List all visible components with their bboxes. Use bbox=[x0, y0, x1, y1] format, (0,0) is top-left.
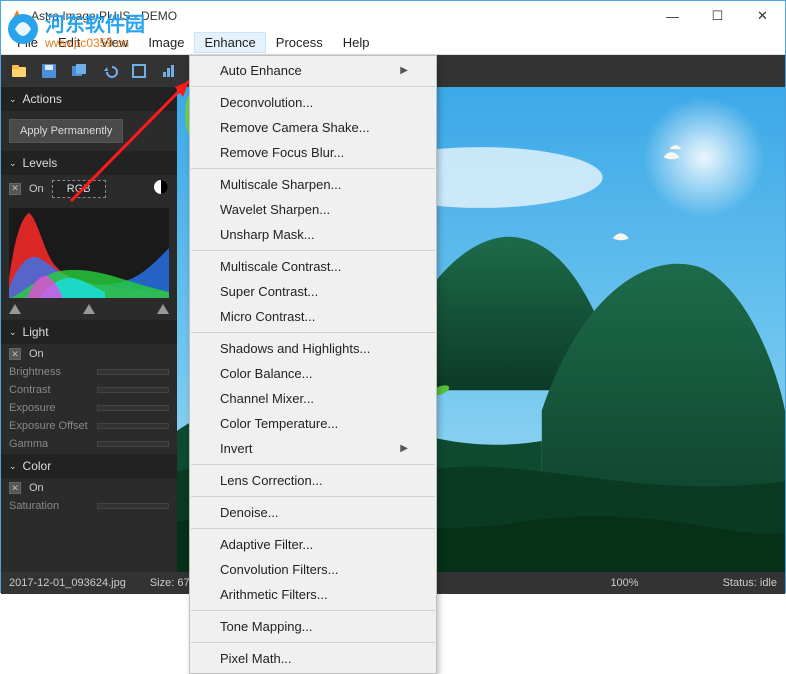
menu-lens-correction[interactable]: Lens Correction... bbox=[190, 468, 436, 493]
menu-process[interactable]: Process bbox=[266, 32, 333, 53]
toolbar-batch-icon[interactable] bbox=[67, 59, 91, 83]
exposure-label: Exposure bbox=[9, 402, 97, 414]
titlebar: Astra Image PLUS - DEMO — ☐ ✕ bbox=[1, 1, 785, 31]
minimize-button[interactable]: — bbox=[650, 1, 695, 31]
chevron-down-icon: ⌄ bbox=[9, 327, 17, 338]
menu-auto-enhance[interactable]: Auto Enhance▶ bbox=[190, 58, 436, 83]
menu-super-contrast[interactable]: Super Contrast... bbox=[190, 279, 436, 304]
menu-separator bbox=[191, 642, 435, 643]
close-button[interactable]: ✕ bbox=[740, 1, 785, 31]
menu-separator bbox=[191, 250, 435, 251]
maximize-button[interactable]: ☐ bbox=[695, 1, 740, 31]
panel-actions-header[interactable]: ⌄ Actions bbox=[1, 87, 177, 111]
menu-remove-focus-blur[interactable]: Remove Focus Blur... bbox=[190, 140, 436, 165]
menu-pixel-math[interactable]: Pixel Math... bbox=[190, 646, 436, 671]
toolbar-crop-icon[interactable] bbox=[127, 59, 151, 83]
menu-enhance[interactable]: Enhance bbox=[194, 32, 265, 53]
panel-color-title: Color bbox=[23, 459, 52, 473]
color-on-label: On bbox=[29, 482, 44, 494]
levels-toggle-checkbox[interactable]: ✕ bbox=[9, 183, 21, 195]
exposure-slider[interactable] bbox=[97, 405, 169, 411]
exposure-offset-slider[interactable] bbox=[97, 423, 169, 429]
gamma-label: Gamma bbox=[9, 438, 97, 450]
menu-help[interactable]: Help bbox=[333, 32, 380, 53]
light-toggle-checkbox[interactable]: ✕ bbox=[9, 348, 21, 360]
status-filename: 2017-12-01_093624.jpg bbox=[9, 577, 126, 589]
exposure-offset-label: Exposure Offset bbox=[9, 420, 97, 432]
apply-permanently-button[interactable]: Apply Permanently bbox=[9, 119, 123, 143]
menu-denoise[interactable]: Denoise... bbox=[190, 500, 436, 525]
submenu-arrow-icon: ▶ bbox=[400, 443, 408, 454]
panel-actions-title: Actions bbox=[23, 92, 62, 106]
menu-separator bbox=[191, 86, 435, 87]
menu-separator bbox=[191, 610, 435, 611]
menu-image[interactable]: Image bbox=[138, 32, 194, 53]
menu-multiscale-contrast[interactable]: Multiscale Contrast... bbox=[190, 254, 436, 279]
levels-on-label: On bbox=[29, 183, 44, 195]
menu-file[interactable]: File bbox=[7, 32, 48, 53]
enhance-dropdown: Auto Enhance▶ Deconvolution... Remove Ca… bbox=[189, 55, 437, 674]
menu-color-balance[interactable]: Color Balance... bbox=[190, 361, 436, 386]
menu-separator bbox=[191, 464, 435, 465]
light-on-label: On bbox=[29, 348, 44, 360]
menu-separator bbox=[191, 528, 435, 529]
panel-light-header[interactable]: ⌄ Light bbox=[1, 320, 177, 344]
toolbar-open-icon[interactable] bbox=[7, 59, 31, 83]
menu-channel-mixer[interactable]: Channel Mixer... bbox=[190, 386, 436, 411]
menu-convolution-filters[interactable]: Convolution Filters... bbox=[190, 557, 436, 582]
menu-separator bbox=[191, 332, 435, 333]
contrast-slider[interactable] bbox=[97, 387, 169, 393]
contrast-icon[interactable] bbox=[153, 179, 169, 198]
toolbar-save-icon[interactable] bbox=[37, 59, 61, 83]
app-icon bbox=[9, 8, 25, 24]
submenu-arrow-icon: ▶ bbox=[400, 65, 408, 76]
toolbar-undo-icon[interactable] bbox=[97, 59, 121, 83]
panel-levels-header[interactable]: ⌄ Levels bbox=[1, 151, 177, 175]
brightness-slider[interactable] bbox=[97, 369, 169, 375]
histogram-display bbox=[9, 208, 169, 298]
contrast-label: Contrast bbox=[9, 384, 97, 396]
menu-edit[interactable]: Edit bbox=[48, 32, 90, 53]
status-zoom: 100% bbox=[610, 577, 638, 589]
menu-adaptive-filter[interactable]: Adaptive Filter... bbox=[190, 532, 436, 557]
menu-color-temperature[interactable]: Color Temperature... bbox=[190, 411, 436, 436]
menu-arithmetic-filters[interactable]: Arithmetic Filters... bbox=[190, 582, 436, 607]
chevron-down-icon: ⌄ bbox=[9, 461, 17, 472]
menubar: File Edit View Image Enhance Process Hel… bbox=[1, 31, 785, 55]
color-toggle-checkbox[interactable]: ✕ bbox=[9, 482, 21, 494]
menu-separator bbox=[191, 168, 435, 169]
menu-remove-camera-shake[interactable]: Remove Camera Shake... bbox=[190, 115, 436, 140]
menu-deconvolution[interactable]: Deconvolution... bbox=[190, 90, 436, 115]
panel-color-header[interactable]: ⌄ Color bbox=[1, 454, 177, 478]
menu-unsharp-mask[interactable]: Unsharp Mask... bbox=[190, 222, 436, 247]
gamma-slider[interactable] bbox=[97, 441, 169, 447]
brightness-label: Brightness bbox=[9, 366, 97, 378]
menu-separator bbox=[191, 496, 435, 497]
saturation-slider[interactable] bbox=[97, 503, 169, 509]
menu-invert[interactable]: Invert▶ bbox=[190, 436, 436, 461]
status-state: Status: idle bbox=[723, 577, 777, 589]
toolbar-levels-icon[interactable] bbox=[157, 59, 181, 83]
menu-micro-contrast[interactable]: Micro Contrast... bbox=[190, 304, 436, 329]
panel-light-title: Light bbox=[23, 325, 49, 339]
chevron-down-icon: ⌄ bbox=[9, 94, 17, 105]
levels-channel-select[interactable]: RGB bbox=[52, 180, 106, 198]
window-title: Astra Image PLUS - DEMO bbox=[31, 9, 650, 23]
sidebar: ⌄ Actions Apply Permanently ⌄ Levels ✕ O… bbox=[1, 87, 177, 572]
menu-multiscale-sharpen[interactable]: Multiscale Sharpen... bbox=[190, 172, 436, 197]
menu-wavelet-sharpen[interactable]: Wavelet Sharpen... bbox=[190, 197, 436, 222]
chevron-down-icon: ⌄ bbox=[9, 158, 17, 169]
menu-tone-mapping[interactable]: Tone Mapping... bbox=[190, 614, 436, 639]
panel-levels-title: Levels bbox=[23, 156, 58, 170]
menu-view[interactable]: View bbox=[90, 32, 138, 53]
saturation-label: Saturation bbox=[9, 500, 97, 512]
menu-shadows-highlights[interactable]: Shadows and Highlights... bbox=[190, 336, 436, 361]
